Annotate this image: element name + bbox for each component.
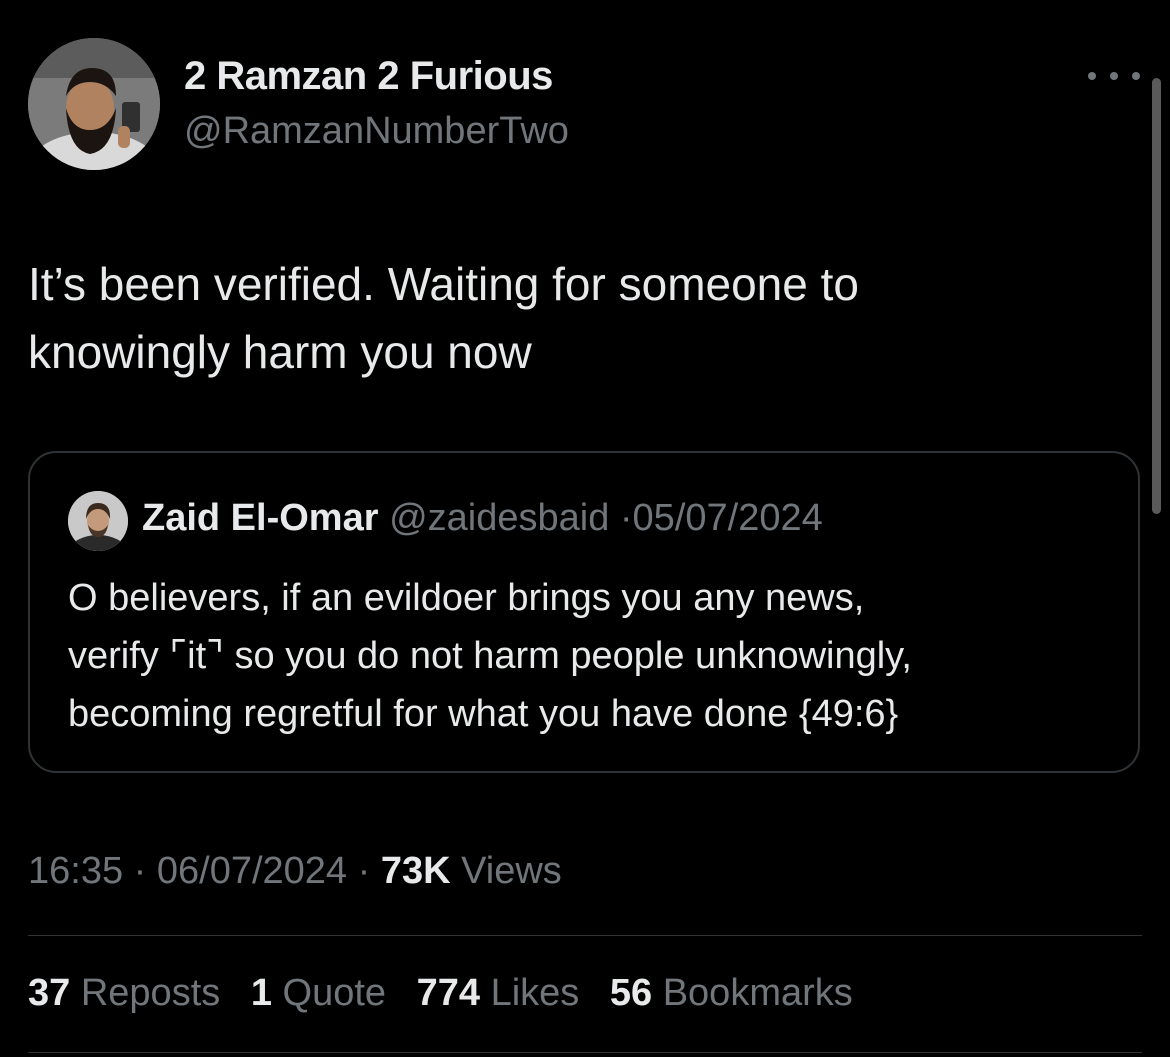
author-avatar[interactable] xyxy=(28,38,160,170)
tweet-text-line: It’s been verified. Waiting for someone … xyxy=(28,258,859,310)
likes-stat[interactable]: 774 Likes xyxy=(417,972,580,1014)
quoted-tweet-card[interactable]: Zaid El-Omar @zaidesbaid ·05/07/2024 O b… xyxy=(28,451,1140,773)
quoted-tweet-date: 05/07/2024 xyxy=(632,497,823,539)
quoted-author-avatar-image xyxy=(68,491,128,551)
views-label: Views xyxy=(461,850,562,892)
divider xyxy=(28,935,1142,936)
author-handle[interactable]: @RamzanNumberTwo xyxy=(184,110,569,153)
quoted-tweet-header: Zaid El-Omar @zaidesbaid ·05/07/2024 xyxy=(142,497,823,540)
quotes-count: 1 xyxy=(250,972,272,1014)
tweet-time[interactable]: 16:35 xyxy=(28,850,123,892)
bookmarks-count: 56 xyxy=(609,972,653,1014)
author-display-name[interactable]: 2 Ramzan 2 Furious xyxy=(184,54,553,99)
bookmarks-label: Bookmarks xyxy=(662,972,853,1014)
tweet-text: It’s been verified. Waiting for someone … xyxy=(28,250,1128,386)
more-horizontal-icon[interactable] xyxy=(1088,66,1140,86)
more-dot xyxy=(1132,72,1140,80)
bookmarks-stat[interactable]: 56 Bookmarks xyxy=(610,972,853,1014)
reposts-label: Reposts xyxy=(80,972,221,1014)
more-dot xyxy=(1088,72,1096,80)
quoted-text-line: verify ⌜it⌝ so you do not harm people un… xyxy=(68,635,912,677)
likes-count: 774 xyxy=(416,972,481,1014)
divider xyxy=(28,1052,1142,1053)
quoted-text-line: becoming regretful for what you have don… xyxy=(68,693,899,735)
reposts-count: 37 xyxy=(28,972,71,1014)
quotes-stat[interactable]: 1 Quote xyxy=(251,972,386,1014)
more-dot xyxy=(1110,72,1118,80)
author-avatar-image xyxy=(28,38,160,170)
quoted-text-line: O believers, if an evildoer brings you a… xyxy=(68,577,865,619)
quoted-author-display-name[interactable]: Zaid El-Omar xyxy=(142,497,379,539)
tweet-text-line: knowingly harm you now xyxy=(28,326,532,378)
scrollbar[interactable] xyxy=(1152,78,1161,514)
quoted-separator: · xyxy=(619,497,633,539)
quotes-label: Quote xyxy=(282,972,387,1014)
meta-separator: · xyxy=(133,850,147,892)
meta-separator: · xyxy=(357,850,371,892)
engagement-stats: 37 Reposts 1 Quote 774 Likes 56 Bookmark… xyxy=(28,972,873,1015)
views-count: 73K xyxy=(380,850,451,892)
quoted-author-handle[interactable]: @zaidesbaid xyxy=(389,497,609,539)
quoted-tweet-text: O believers, if an evildoer brings you a… xyxy=(68,569,912,743)
reposts-stat[interactable]: 37 Reposts xyxy=(28,972,220,1014)
tweet-date[interactable]: 06/07/2024 xyxy=(157,850,347,892)
likes-label: Likes xyxy=(490,972,580,1014)
quoted-author-avatar[interactable] xyxy=(68,491,128,551)
tweet-meta: 16:35 · 06/07/2024 · 73K Views xyxy=(28,850,562,893)
